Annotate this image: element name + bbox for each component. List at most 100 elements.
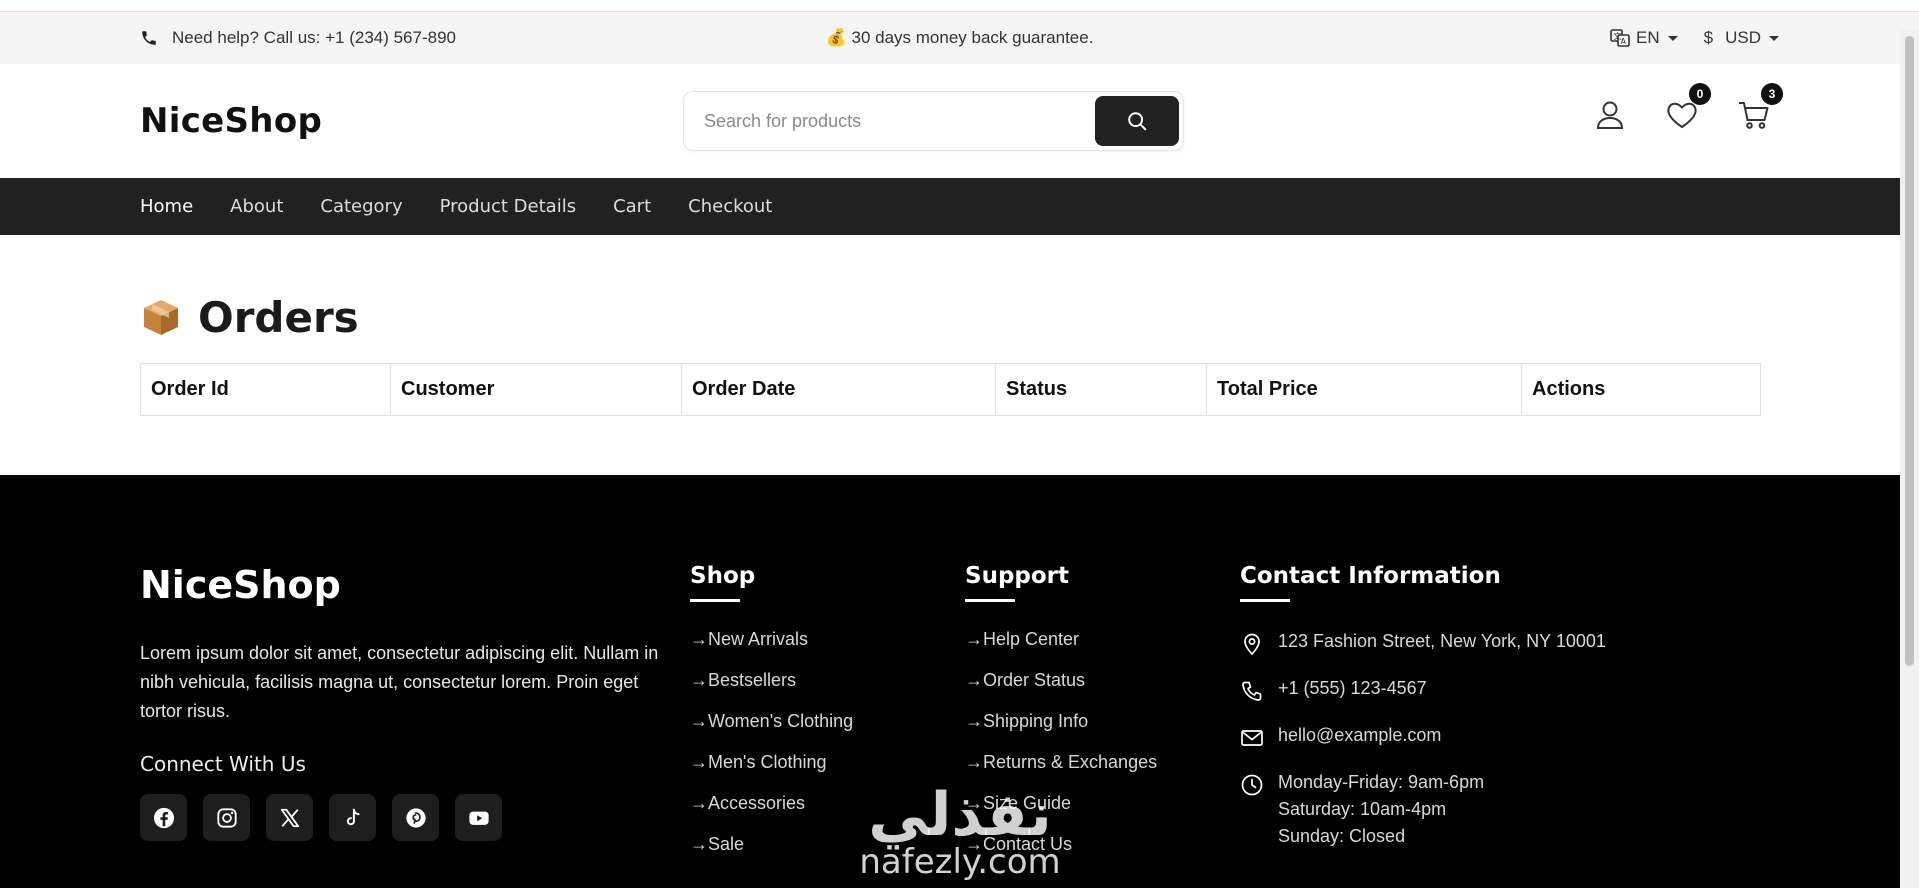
facebook-link[interactable]	[140, 794, 187, 841]
page-title-text: Orders	[198, 292, 359, 342]
arrow-right-icon: →	[690, 711, 708, 731]
instagram-icon	[216, 807, 237, 828]
main-nav: Home About Category Product Details Cart…	[0, 178, 1919, 235]
footer-support: Support →Help Center →Order Status →Ship…	[965, 563, 1157, 874]
nav-cart[interactable]: Cart	[613, 196, 651, 217]
currency-label: USD	[1725, 28, 1761, 47]
support-link-contact-us[interactable]: →Contact Us	[965, 833, 1157, 874]
youtube-icon	[468, 811, 489, 825]
search-input[interactable]	[704, 110, 1095, 132]
table-header-row: Order Id Customer Order Date Status Tota…	[140, 363, 1761, 416]
support-link-shipping-info[interactable]: →Shipping Info	[965, 710, 1157, 751]
top-accent-line	[0, 0, 1919, 12]
arrow-right-icon: →	[965, 834, 983, 854]
shop-link-sale[interactable]: →Sale	[690, 833, 853, 874]
support-link-returns[interactable]: →Returns & Exchanges	[965, 751, 1157, 792]
arrow-right-icon: →	[690, 834, 708, 854]
pinterest-icon	[405, 807, 426, 828]
user-icon	[1596, 101, 1624, 129]
site-footer: NiceShop Lorem ipsum dolor sit amet, con…	[0, 475, 1900, 888]
language-label: EN	[1636, 28, 1660, 47]
youtube-link[interactable]	[455, 794, 502, 841]
money-bag-icon: 💰	[825, 28, 847, 47]
phone-icon	[142, 31, 156, 45]
svg-text:A: A	[1621, 37, 1627, 46]
contact-heading: Contact Information	[1240, 563, 1501, 589]
heading-underline	[690, 599, 740, 602]
phone-icon	[1242, 681, 1262, 701]
shop-link-bestsellers[interactable]: →Bestsellers	[690, 669, 853, 710]
arrow-right-icon: →	[965, 629, 983, 649]
help-text: Need help? Call us: +1 (234) 567-890	[172, 28, 456, 47]
help-line: Need help? Call us: +1 (234) 567-890	[140, 28, 456, 48]
column-header-customer: Customer	[390, 363, 682, 416]
nav-home[interactable]: Home	[140, 196, 193, 217]
column-header-actions: Actions	[1521, 363, 1761, 416]
translate-icon: 文A	[1610, 29, 1630, 47]
top-bar: Need help? Call us: +1 (234) 567-890 💰 3…	[0, 12, 1919, 64]
arrow-right-icon: →	[690, 793, 708, 813]
chevron-down-icon	[1667, 35, 1678, 41]
wishlist-button[interactable]: 0	[1665, 83, 1711, 132]
footer-shop: Shop →New Arrivals →Bestsellers →Women's…	[690, 563, 853, 874]
support-link-help-center[interactable]: →Help Center	[965, 628, 1157, 669]
orders-table: Order Id Customer Order Date Status Tota…	[140, 363, 1761, 416]
arrow-right-icon: →	[965, 752, 983, 772]
arrow-right-icon: →	[965, 670, 983, 690]
facebook-icon	[153, 807, 174, 828]
shop-link-womens-clothing[interactable]: →Women's Clothing	[690, 710, 853, 751]
instagram-link[interactable]	[203, 794, 250, 841]
footer-about: NiceShop Lorem ipsum dolor sit amet, con…	[140, 563, 660, 841]
account-button[interactable]	[1593, 98, 1627, 132]
heading-underline	[1240, 599, 1290, 602]
footer-description: Lorem ipsum dolor sit amet, consectetur …	[140, 643, 659, 721]
cart-button[interactable]: 3	[1737, 83, 1783, 132]
site-header: NiceShop 0 3	[0, 64, 1919, 178]
shop-link-accessories[interactable]: →Accessories	[690, 792, 853, 833]
shop-heading: Shop	[690, 563, 756, 589]
search-bar	[683, 91, 1184, 151]
pinterest-link[interactable]	[392, 794, 439, 841]
shop-link-mens-clothing[interactable]: →Men's Clothing	[690, 751, 853, 792]
site-logo[interactable]: NiceShop	[140, 101, 322, 141]
column-header-status: Status	[995, 363, 1207, 416]
support-link-order-status[interactable]: →Order Status	[965, 669, 1157, 710]
nav-about[interactable]: About	[230, 196, 283, 217]
page-scrollbar[interactable]	[1900, 30, 1919, 888]
social-links	[140, 794, 660, 841]
support-link-size-guide[interactable]: →Size Guide	[965, 792, 1157, 833]
support-heading: Support	[965, 563, 1070, 589]
x-twitter-icon	[280, 808, 299, 827]
heading-underline	[965, 599, 1015, 602]
page-title: Orders	[140, 292, 1779, 342]
scrollbar-thumb[interactable]	[1905, 36, 1914, 666]
footer-logo[interactable]: NiceShop	[140, 563, 660, 607]
column-header-total-price: Total Price	[1206, 363, 1522, 416]
dollar-icon: $	[1703, 28, 1714, 47]
arrow-right-icon: →	[965, 793, 983, 813]
arrow-right-icon: →	[690, 629, 708, 649]
footer-contact: Contact Information 123 Fashion Street, …	[1240, 563, 1606, 869]
location-pin-icon	[1244, 633, 1260, 656]
shop-link-new-arrivals[interactable]: →New Arrivals	[690, 628, 853, 669]
arrow-right-icon: →	[690, 670, 708, 690]
chevron-down-icon	[1769, 35, 1779, 41]
x-twitter-link[interactable]	[266, 794, 313, 841]
arrow-right-icon: →	[965, 711, 983, 731]
contact-phone: +1 (555) 123-4567	[1240, 675, 1606, 703]
wishlist-count-badge: 0	[1689, 83, 1711, 105]
nav-product-details[interactable]: Product Details	[440, 196, 576, 217]
clock-icon	[1241, 774, 1263, 796]
column-header-order-date: Order Date	[681, 363, 996, 416]
search-button[interactable]	[1095, 96, 1179, 146]
tiktok-icon	[346, 808, 360, 825]
package-icon	[144, 300, 178, 335]
column-header-order-id: Order Id	[140, 363, 391, 416]
nav-category[interactable]: Category	[320, 196, 402, 217]
language-dropdown[interactable]: 文A EN	[1610, 28, 1678, 48]
arrow-right-icon: →	[690, 752, 708, 772]
currency-dropdown[interactable]: $ USD	[1704, 28, 1779, 48]
tiktok-link[interactable]	[329, 794, 376, 841]
nav-checkout[interactable]: Checkout	[688, 196, 772, 217]
contact-email: hello@example.com	[1240, 722, 1606, 750]
